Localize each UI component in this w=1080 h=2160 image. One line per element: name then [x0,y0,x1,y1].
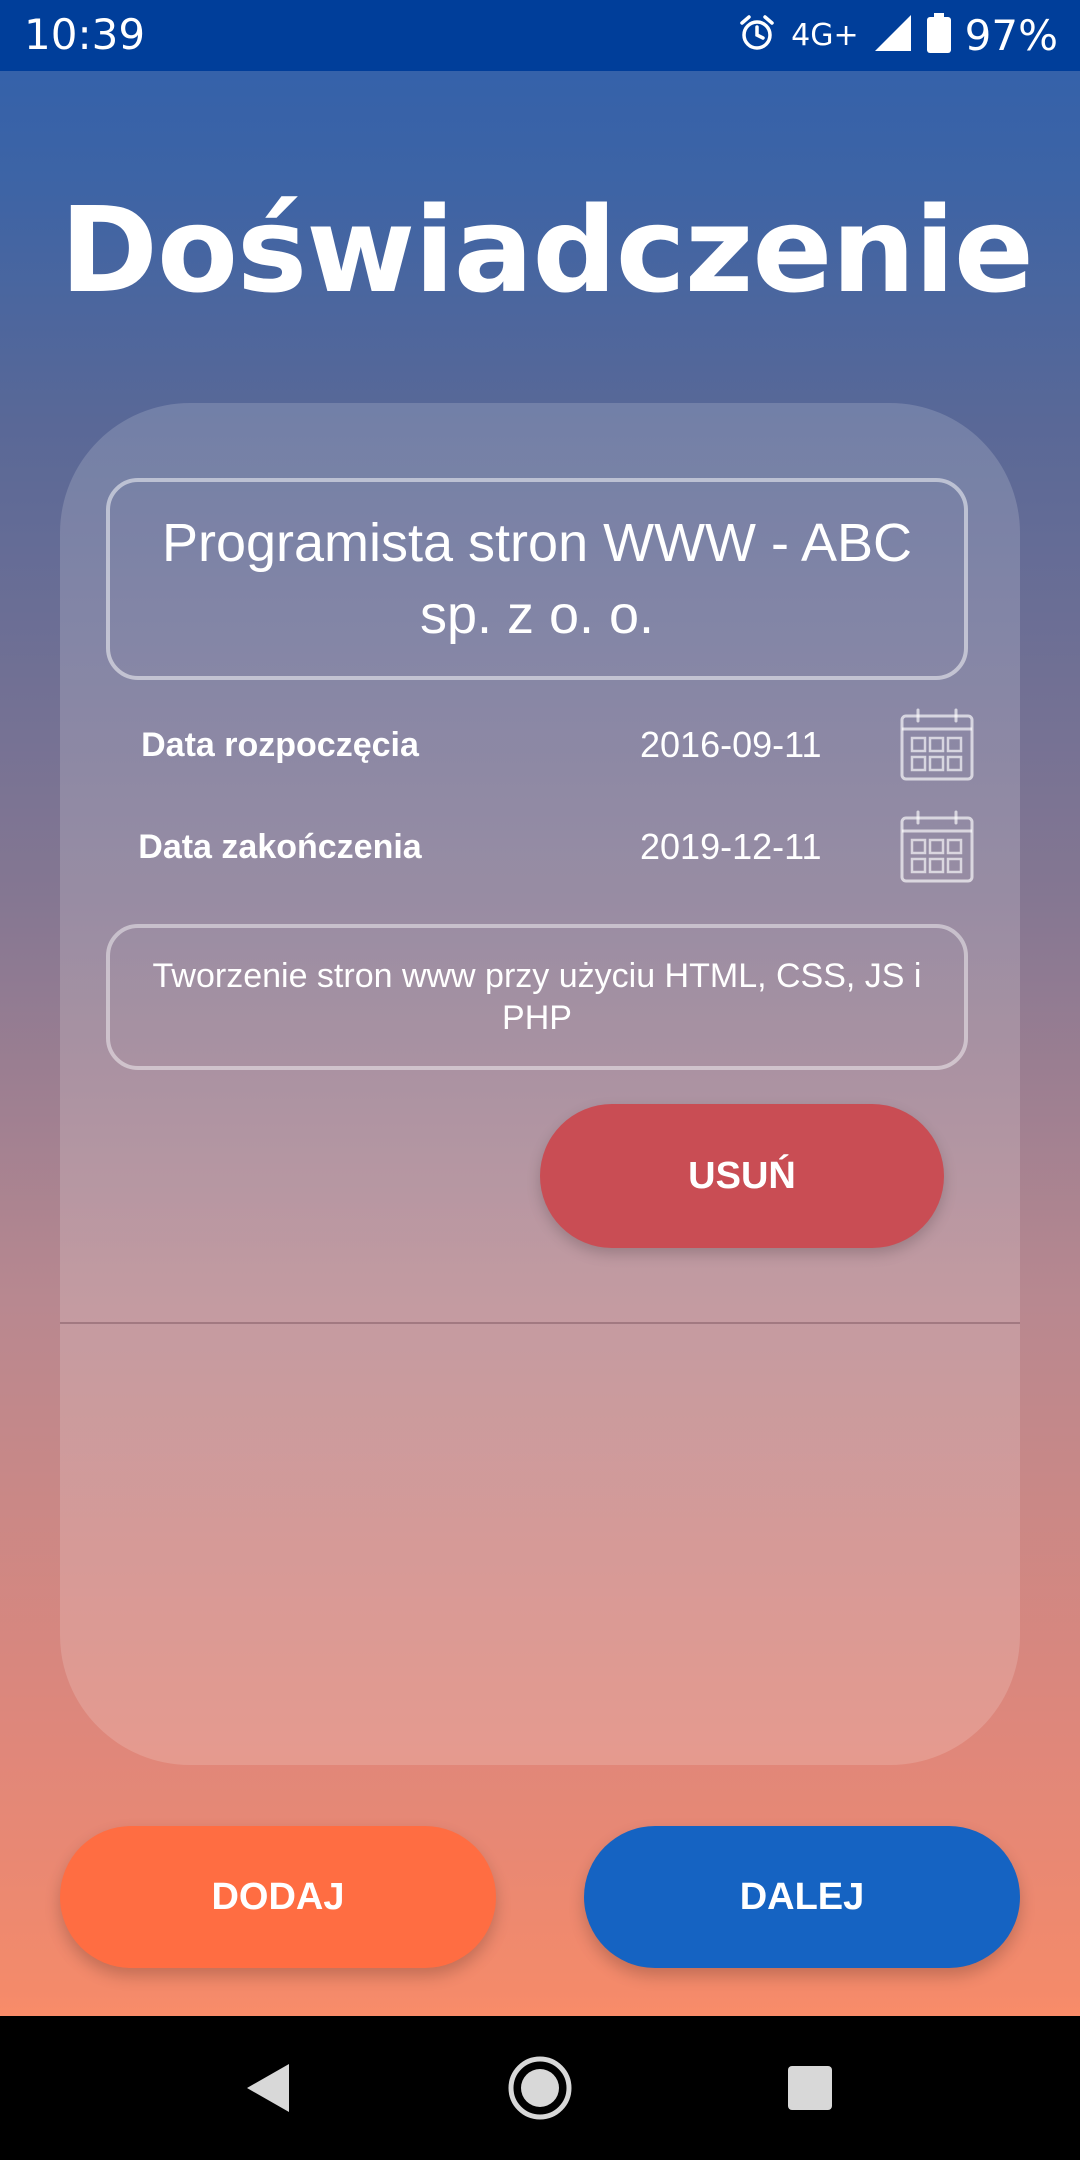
start-date-value: 2016-09-11 [640,724,822,765]
network-type: 4G+ [791,17,859,53]
battery-percent: 97% [964,10,1058,60]
experience-card: Programista stron WWW - ABC sp. z o. o. … [60,403,1020,1765]
start-date-label: Data rozpoczęcia [141,726,419,764]
battery-icon [926,12,951,58]
end-date-row: Data zakończenia 2019-12-11 [60,809,1020,889]
status-icons: 4G+ 97% [737,10,1058,60]
end-calendar-icon[interactable] [900,809,974,883]
add-button[interactable]: DODAJ [60,1826,496,1968]
end-date-label: Data zakończenia [138,828,422,866]
recents-icon[interactable] [750,2016,870,2160]
start-date-row: Data rozpoczęcia 2016-09-11 [60,707,1020,787]
page-title: Doświadczenie [60,181,1034,319]
home-icon[interactable] [480,2016,600,2160]
navigation-bar [0,2016,1080,2160]
status-bar: 10:39 4G+ 97% [0,0,1080,71]
signal-icon [873,13,913,58]
back-icon[interactable] [208,2016,328,2160]
status-time: 10:39 [24,10,146,59]
job-title-field[interactable]: Programista stron WWW - ABC sp. z o. o. [106,478,968,680]
end-date-value: 2019-12-11 [640,826,822,867]
description-field[interactable]: Tworzenie stron www przy użyciu HTML, CS… [106,924,968,1070]
start-calendar-icon[interactable] [900,707,974,781]
next-button[interactable]: DALEJ [584,1826,1020,1968]
alarm-icon [737,13,777,58]
card-divider [60,1322,1020,1324]
delete-button[interactable]: USUŃ [540,1104,944,1248]
